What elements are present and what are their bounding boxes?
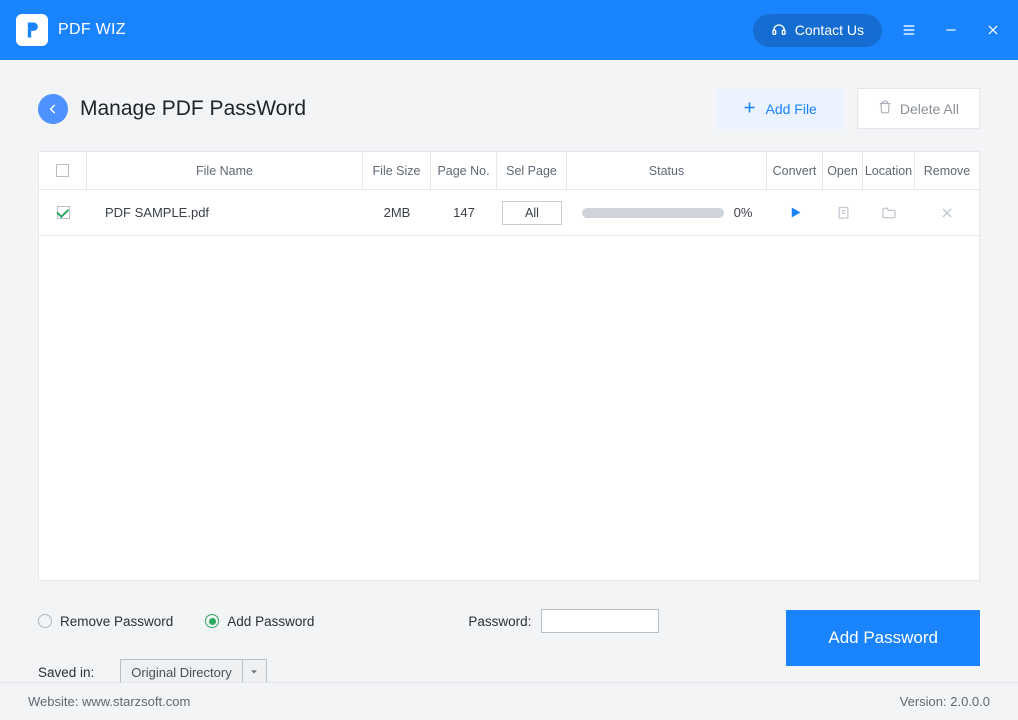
row-checkbox[interactable] [57,206,70,219]
contact-us-label: Contact Us [795,22,864,38]
directory-value: Original Directory [121,665,241,680]
row-pageno: 147 [431,190,497,235]
add-file-label: Add File [765,101,816,117]
footer-website: Website: www.starzsoft.com [28,694,190,709]
col-filesize: File Size [363,152,431,189]
convert-play-icon[interactable] [788,205,803,220]
col-convert: Convert [767,152,823,189]
app-title: PDF WIZ [58,21,126,39]
delete-all-button[interactable]: Delete All [857,88,980,129]
col-pageno: Page No. [431,152,497,189]
headset-icon [771,21,787,40]
file-table: File Name File Size Page No. Sel Page St… [38,151,980,581]
radio-remove-label: Remove Password [60,614,173,629]
footer-version: Version: 2.0.0.0 [900,694,990,709]
delete-all-label: Delete All [900,101,959,117]
contact-us-button[interactable]: Contact Us [753,14,882,47]
close-icon[interactable] [984,21,1002,39]
password-input[interactable] [541,609,659,633]
col-selpage: Sel Page [497,152,567,189]
add-password-button[interactable]: Add Password [786,610,980,666]
page-title: Manage PDF PassWord [80,97,306,121]
trash-icon [878,100,892,117]
folder-icon[interactable] [881,205,897,221]
col-remove: Remove [915,152,979,189]
chevron-down-icon [242,660,266,684]
password-field-label: Password: [468,614,531,629]
back-button[interactable] [38,94,68,124]
col-filename: File Name [87,152,363,189]
col-status: Status [567,152,767,189]
remove-row-icon[interactable] [940,206,954,220]
row-filesize: 2MB [363,190,431,235]
progress-percent: 0% [734,205,753,220]
col-open: Open [823,152,863,189]
plus-icon [742,100,757,118]
radio-add-password[interactable]: Add Password [205,614,314,629]
row-filename: PDF SAMPLE.pdf [87,190,363,235]
select-all-checkbox[interactable] [56,164,69,177]
app-logo [16,14,48,46]
add-file-button[interactable]: Add File [716,89,842,129]
open-file-icon[interactable] [836,205,851,220]
table-row: PDF SAMPLE.pdf 2MB 147 All 0% [39,190,979,236]
menu-icon[interactable] [900,21,918,39]
select-page-button[interactable]: All [502,201,562,225]
radio-add-label: Add Password [227,614,314,629]
progress-bar [582,208,724,218]
radio-remove-password[interactable]: Remove Password [38,614,173,629]
saved-in-label: Saved in: [38,665,94,680]
col-location: Location [863,152,915,189]
minimize-icon[interactable] [942,21,960,39]
